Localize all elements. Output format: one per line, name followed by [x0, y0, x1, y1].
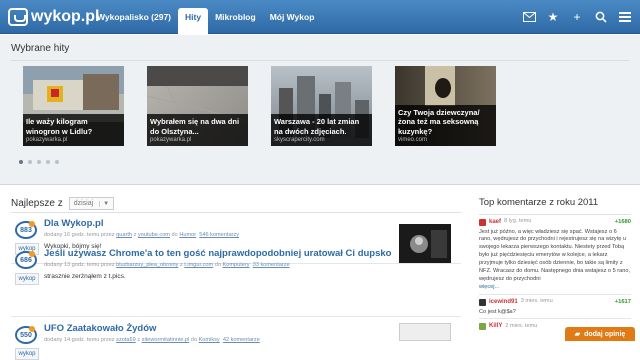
top-comments-panel: Top komentarze z roku 2011 kaef 8 lyg. te…	[479, 197, 631, 331]
hit-card[interactable]: Wybrałem się na dwa dni do Olsztyna... po…	[147, 66, 248, 146]
divider	[479, 214, 631, 215]
comment-time: 8 lyg. temu	[504, 218, 532, 225]
entry-author[interactable]: szota69	[116, 337, 136, 343]
entry-title[interactable]: UFO Zaatakowało Żydów	[44, 323, 156, 334]
entry-meta: dodany 14 godz. temu przez szota69 z sit…	[44, 337, 260, 343]
entry-author[interactable]: bluzbarzuy_plea_obroiny	[116, 262, 178, 268]
avatar	[479, 323, 486, 331]
period-select[interactable]: dzisiaj ▼	[68, 197, 115, 210]
entry-author[interactable]: quarth	[116, 232, 132, 238]
logo-icon	[8, 8, 28, 26]
comment: kaef 8 lyg. temu +1680 Jest już późno, a …	[479, 218, 631, 292]
hit-caption: Ile waży kilogram winogron w Lidlu?	[26, 117, 93, 136]
comment-body: Co jest k@$a?	[479, 308, 516, 315]
feedback-label: dodaj opinię	[584, 330, 626, 338]
hits-title: Wybrane hity	[11, 43, 70, 54]
hits-carousel: Ile waży kilogram winogron w Lidlu? pokaz…	[23, 66, 496, 146]
carousel-dot[interactable]	[37, 160, 41, 164]
vote-count: 550	[15, 326, 37, 344]
entry-category[interactable]: Komputery	[223, 262, 250, 268]
entry-meta: dodany 16 godz. temu przez quarth z yout…	[44, 232, 240, 238]
mail-icon[interactable]	[522, 10, 536, 24]
nav-hity[interactable]: Hity	[178, 8, 209, 34]
avatar	[479, 218, 486, 226]
header-icons: ★ +	[522, 10, 632, 24]
wykop-button[interactable]: wykop	[15, 348, 39, 360]
hit-source: vimeo.com	[398, 137, 428, 143]
best-label: Najlepsze z	[11, 198, 63, 209]
hit-caption: Wybrałem się na dwa dni do Olsztyna...	[150, 117, 240, 136]
carousel-dot[interactable]	[28, 160, 32, 164]
chevron-down-icon: ▼	[99, 200, 109, 207]
entry-thumbnail[interactable]	[399, 323, 451, 341]
comment-score: +1617	[614, 299, 631, 306]
main-nav: Wykopalisko (297) Hity Mikroblog Mój Wyk…	[90, 8, 321, 34]
selected-hits: Wybrane hity Ile waży kilogram winogron …	[0, 35, 640, 185]
comment-time: 2 mies. temu	[505, 322, 538, 329]
wykop-logo[interactable]: wykop.pl	[8, 7, 99, 27]
speech-bubble-icon: ▰	[574, 331, 581, 338]
hit-source: pokazywarka.pl	[26, 137, 68, 143]
carousel-dots	[19, 160, 59, 164]
wykop-button[interactable]: wykop	[15, 273, 39, 285]
entry-category[interactable]: Komiksy	[199, 337, 220, 343]
vote-count: 883	[15, 221, 37, 239]
comment-author[interactable]: icewind91	[489, 298, 518, 307]
best-filter: Najlepsze z dzisiaj ▼	[11, 197, 115, 210]
hit-source: pokazywarka.pl	[150, 137, 192, 143]
entry-domain[interactable]: youtube.com	[138, 232, 170, 238]
vote-count: 686	[15, 251, 37, 269]
entry-comments-link[interactable]: 546 komentarzy	[199, 232, 239, 238]
period-select-value: dzisiaj	[73, 200, 94, 207]
comment-author[interactable]: kaef	[489, 218, 501, 227]
plus-icon[interactable]: +	[570, 10, 584, 24]
digg-box: 686 wykop	[15, 251, 41, 285]
entry-comments-link[interactable]: 33 komentarze	[253, 262, 290, 268]
divider	[11, 316, 461, 317]
entry-thumbnail[interactable]	[399, 224, 451, 264]
comment-score: +1680	[614, 219, 631, 226]
avatar	[479, 298, 486, 306]
hit-card[interactable]: Warszawa - 20 lat zmian na dwóch zdjęcia…	[271, 66, 372, 146]
entry-title[interactable]: Dla Wykop.pl	[44, 218, 103, 229]
menu-icon[interactable]	[618, 10, 632, 24]
comment: icewind91 3 mies. temu +1617 Co jest k@$a…	[479, 294, 631, 316]
entry-category[interactable]: Humor	[179, 232, 196, 238]
entry-description: strasznie zerżnąłem z t.pics.	[44, 273, 126, 280]
hit-card[interactable]: Ile waży kilogram winogron w Lidlu? pokaz…	[23, 66, 124, 146]
entry-meta: dodany 13 godz. temu przez bluzbarzuy_pl…	[44, 262, 290, 268]
star-icon[interactable]: ★	[546, 10, 560, 24]
hit-caption: Czy Twoja dziewczyna/ żona też ma seksow…	[398, 107, 480, 136]
comment-more-link[interactable]: więcej...	[479, 284, 499, 290]
comment-time: 3 mies. temu	[520, 298, 553, 305]
hit-card[interactable]: Czy Twoja dziewczyna/ żona też ma seksow…	[395, 66, 496, 146]
nav-moj-wykop[interactable]: Mój Wykop	[263, 8, 322, 34]
divider	[11, 60, 629, 61]
carousel-dot[interactable]	[55, 160, 59, 164]
entry-title[interactable]: Jeśli używasz Chrome'a to ten gość najpr…	[44, 248, 391, 259]
carousel-dot[interactable]	[19, 160, 23, 164]
comment-body: Jest już późno, a więc władziesz się spa…	[479, 228, 631, 283]
hit-source: skyscrapercity.com	[274, 137, 325, 143]
nav-wykopalisko[interactable]: Wykopalisko (297)	[90, 8, 178, 34]
hit-caption: Warszawa - 20 lat zmian na dwóch zdjęcia…	[274, 117, 360, 136]
search-icon[interactable]	[594, 10, 608, 24]
comment-author[interactable]: KillY	[489, 322, 502, 331]
digg-box: 550 wykop	[15, 326, 41, 360]
divider	[11, 212, 461, 213]
top-bar: wykop.pl Wykopalisko (297) Hity Mikroblo…	[0, 0, 640, 34]
nav-mikroblog[interactable]: Mikroblog	[208, 8, 263, 34]
entry-comments-link[interactable]: 42 komentarze	[223, 337, 260, 343]
top-comments-title: Top komentarze z roku 2011	[479, 197, 599, 208]
entry-domain[interactable]: sitewormitatinnie.pl	[142, 337, 190, 343]
carousel-dot[interactable]	[46, 160, 50, 164]
feedback-button[interactable]: ▰ dodaj opinię	[565, 327, 635, 341]
digg-box: 883 wykop	[15, 221, 41, 255]
entry-domain[interactable]: t.imgur.com	[184, 262, 213, 268]
